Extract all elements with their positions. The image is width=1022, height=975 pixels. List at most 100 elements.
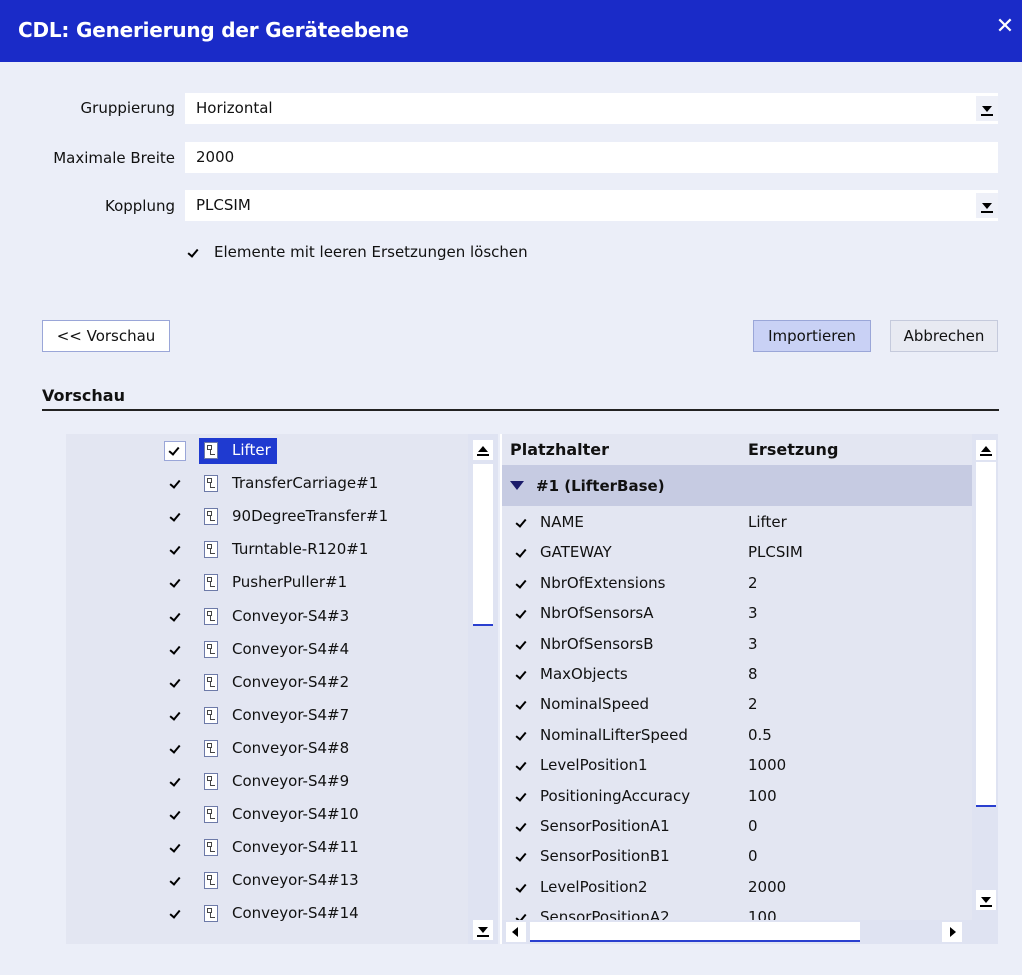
- grid-row[interactable]: LevelPosition2 2000: [502, 873, 972, 903]
- tree-item[interactable]: Turntable-R120#1: [66, 535, 468, 565]
- grid-hscroll-thumb[interactable]: [530, 922, 860, 942]
- checkmark-icon[interactable]: [516, 699, 530, 711]
- scroll-up-icon[interactable]: [976, 440, 996, 460]
- scroll-down-icon[interactable]: [976, 890, 996, 910]
- checkmark-icon[interactable]: [170, 677, 184, 689]
- grid-vscroll-thumb[interactable]: [976, 462, 996, 807]
- preview-button[interactable]: << Vorschau: [42, 320, 170, 352]
- checkmark-icon[interactable]: [516, 669, 530, 681]
- grid-row[interactable]: NbrOfExtensions 2: [502, 569, 972, 599]
- grid-row[interactable]: GATEWAY PLCSIM: [502, 538, 972, 568]
- tree-panel: Lifter TransferCarriage#1 90DegreeTransfer…: [66, 434, 498, 944]
- replacement-value[interactable]: 2000: [748, 878, 786, 896]
- tree-item[interactable]: Lifter: [66, 436, 468, 466]
- tree-item[interactable]: Conveyor-S4#11: [66, 833, 468, 863]
- checkmark-icon[interactable]: [170, 478, 184, 490]
- grid-vscrollbar[interactable]: [972, 434, 998, 920]
- close-icon[interactable]: ✕: [994, 14, 1016, 40]
- checkmark-icon[interactable]: [516, 608, 530, 620]
- grid-row[interactable]: SensorPositionB1 0: [502, 842, 972, 872]
- checkmark-icon[interactable]: [188, 247, 202, 259]
- grid-row[interactable]: NAME Lifter: [502, 508, 972, 538]
- checkmark-icon[interactable]: [516, 639, 530, 651]
- grid-row[interactable]: NominalSpeed 2: [502, 690, 972, 720]
- grid-row[interactable]: MaxObjects 8: [502, 660, 972, 690]
- checkmark-icon[interactable]: [516, 517, 530, 529]
- tree-item[interactable]: Conveyor-S4#2: [66, 668, 468, 698]
- replacement-value[interactable]: 0: [748, 847, 758, 865]
- checkmark-icon[interactable]: [170, 710, 184, 722]
- replacement-value[interactable]: 1000: [748, 756, 786, 774]
- import-button[interactable]: Importieren: [753, 320, 871, 352]
- scroll-left-icon[interactable]: [506, 922, 526, 942]
- checkmark-icon[interactable]: [170, 842, 184, 854]
- checkmark-icon[interactable]: [170, 743, 184, 755]
- tree-item[interactable]: Conveyor-S4#4: [66, 635, 468, 665]
- device-icon: [204, 475, 218, 493]
- tree-item[interactable]: Conveyor-S4#7: [66, 701, 468, 731]
- checkmark-icon[interactable]: [516, 578, 530, 590]
- checkmark-icon[interactable]: [516, 547, 530, 559]
- checkmark-icon[interactable]: [516, 791, 530, 803]
- tree-item[interactable]: Conveyor-S4#3: [66, 602, 468, 632]
- checkmark-icon[interactable]: [170, 544, 184, 556]
- checkmark-icon[interactable]: [516, 882, 530, 894]
- checkmark-icon[interactable]: [170, 908, 184, 920]
- col-replacement-header[interactable]: Ersetzung: [748, 440, 838, 459]
- checkmark-icon[interactable]: [516, 760, 530, 772]
- checkmark-icon[interactable]: [170, 511, 184, 523]
- checkmark-icon[interactable]: [516, 730, 530, 742]
- checkmark-icon[interactable]: [169, 445, 183, 457]
- checkmark-icon[interactable]: [170, 644, 184, 656]
- tree-item[interactable]: 90DegreeTransfer#1: [66, 502, 468, 532]
- scroll-right-icon[interactable]: [942, 922, 962, 942]
- delete-empty-checkbox[interactable]: Elemente mit leeren Ersetzungen löschen: [188, 243, 608, 265]
- tree-item[interactable]: Conveyor-S4#10: [66, 800, 468, 830]
- checkmark-icon[interactable]: [170, 611, 184, 623]
- cancel-button[interactable]: Abbrechen: [890, 320, 998, 352]
- tree-item[interactable]: TransferCarriage#1: [66, 469, 468, 499]
- checkmark-icon[interactable]: [516, 851, 530, 863]
- placeholder-name: NbrOfSensorsA: [540, 604, 654, 623]
- scroll-down-icon[interactable]: [473, 920, 493, 940]
- chevron-down-icon[interactable]: [976, 96, 998, 121]
- grouping-dropdown[interactable]: Horizontal: [185, 93, 998, 124]
- grid-group-row[interactable]: #1 (LifterBase): [502, 465, 972, 506]
- checkmark-icon[interactable]: [170, 577, 184, 589]
- checkmark-icon[interactable]: [516, 821, 530, 833]
- grid-row[interactable]: PositioningAccuracy 100: [502, 782, 972, 812]
- checkmark-icon[interactable]: [170, 875, 184, 887]
- chevron-down-icon[interactable]: [976, 193, 998, 218]
- checkmark-icon[interactable]: [170, 809, 184, 821]
- tree-item[interactable]: Conveyor-S4#13: [66, 866, 468, 896]
- col-placeholder-header[interactable]: Platzhalter: [510, 440, 609, 459]
- grid-row[interactable]: NominalLifterSpeed 0.5: [502, 721, 972, 751]
- scroll-up-icon[interactable]: [473, 440, 493, 460]
- tree-item-label: Turntable-R120#1: [232, 540, 369, 559]
- tree-item[interactable]: Conveyor-S4#14: [66, 899, 468, 929]
- tree-scrollbar[interactable]: [468, 434, 498, 944]
- replacement-value[interactable]: 0.5: [748, 726, 772, 744]
- replacement-value[interactable]: 3: [748, 635, 758, 653]
- replacement-value[interactable]: 8: [748, 665, 758, 683]
- checkmark-icon[interactable]: [170, 776, 184, 788]
- grid-hscrollbar[interactable]: [502, 920, 998, 944]
- tree-item[interactable]: Conveyor-S4#9: [66, 767, 468, 797]
- replacement-value[interactable]: PLCSIM: [748, 543, 803, 561]
- grid-row[interactable]: NbrOfSensorsA 3: [502, 599, 972, 629]
- grid-row[interactable]: NbrOfSensorsB 3: [502, 630, 972, 660]
- replacement-value[interactable]: Lifter: [748, 513, 787, 531]
- grid-row[interactable]: SensorPositionA1 0: [502, 812, 972, 842]
- replacement-value[interactable]: 3: [748, 604, 758, 622]
- replacement-value[interactable]: 0: [748, 817, 758, 835]
- replacement-value[interactable]: 2: [748, 695, 758, 713]
- max-width-input[interactable]: 2000: [185, 142, 998, 173]
- replacement-value[interactable]: 2: [748, 574, 758, 592]
- tree-item[interactable]: PusherPuller#1: [66, 568, 468, 598]
- coupling-dropdown[interactable]: PLCSIM: [185, 190, 998, 221]
- tree-item[interactable]: Conveyor-S4#8: [66, 734, 468, 764]
- replacement-value[interactable]: 100: [748, 787, 777, 805]
- expand-icon[interactable]: [510, 481, 524, 490]
- tree-scroll-thumb[interactable]: [473, 464, 493, 626]
- grid-row[interactable]: LevelPosition1 1000: [502, 751, 972, 781]
